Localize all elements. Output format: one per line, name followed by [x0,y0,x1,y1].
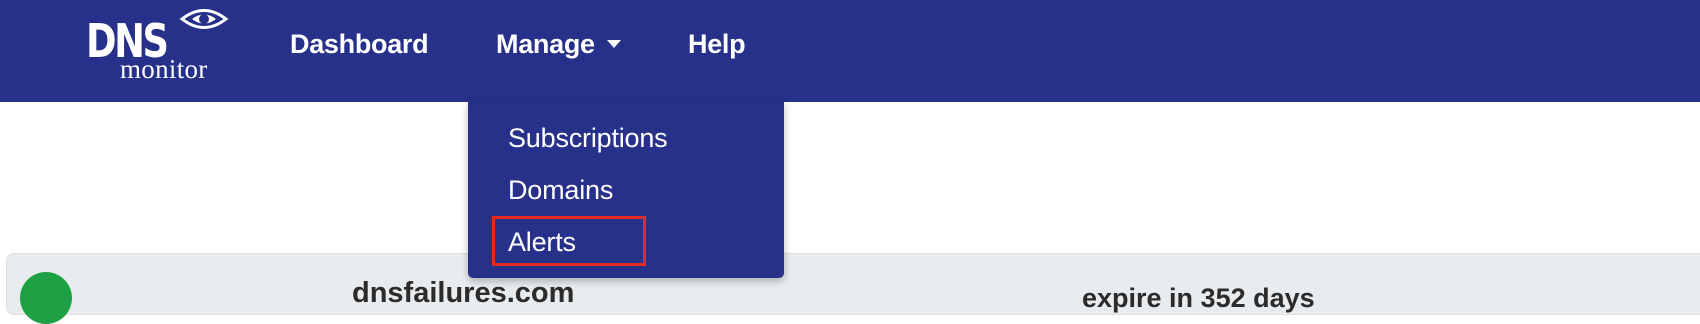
domain-card[interactable] [6,253,1700,315]
domain-expiry: expire in 352 days [1082,283,1315,313]
menu-item-domains[interactable]: Domains [508,172,613,208]
dns-monitor-logo[interactable]: DNS monitor [84,6,234,84]
status-indicator [20,272,72,324]
eye-icon [179,9,229,29]
nav-help[interactable]: Help [688,26,746,62]
menu-item-subscriptions[interactable]: Subscriptions [508,120,668,156]
nav-manage-dropdown[interactable]: Manage [496,26,621,62]
nav-dashboard[interactable]: Dashboard [290,26,429,62]
domain-name: dnsfailures.com [352,277,575,309]
manage-dropdown-menu: Subscriptions Domains Alerts [468,102,784,278]
caret-down-icon [606,39,621,48]
nav-manage-label: Manage [496,29,595,59]
alerts-highlight-box [492,216,646,266]
logo-text-monitor: monitor [120,54,208,84]
top-navbar: DNS monitor Dashboard Manage Help [0,0,1700,102]
